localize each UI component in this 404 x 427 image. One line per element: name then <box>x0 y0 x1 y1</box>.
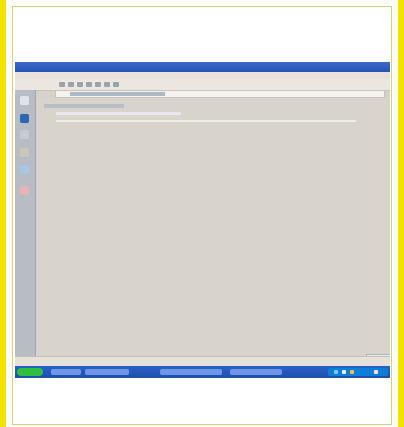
taskbar-item[interactable] <box>160 369 222 375</box>
home-icon[interactable] <box>20 114 29 123</box>
security-icon[interactable] <box>350 370 354 374</box>
back-icon[interactable] <box>59 82 65 87</box>
window-titlebar[interactable] <box>15 62 390 72</box>
sidebar <box>15 90 36 356</box>
volume-icon[interactable] <box>342 370 346 374</box>
menu-bar[interactable] <box>15 72 390 79</box>
settings-icon[interactable] <box>20 130 29 139</box>
search-icon[interactable] <box>20 148 29 157</box>
home-icon[interactable] <box>95 82 101 87</box>
stop-icon[interactable] <box>77 82 83 87</box>
time-icon[interactable] <box>374 370 378 374</box>
content-subline <box>56 112 181 115</box>
taskbar-item[interactable] <box>230 369 282 375</box>
address-highlight <box>70 92 165 96</box>
warning-icon[interactable] <box>20 186 29 195</box>
system-tray <box>328 368 388 376</box>
taskbar <box>15 366 390 378</box>
content-divider <box>56 120 356 122</box>
taskbar-item[interactable] <box>85 369 129 375</box>
screenshot-window <box>15 62 390 378</box>
start-button[interactable] <box>17 368 43 376</box>
accent-strip-left <box>0 0 6 427</box>
network-icon[interactable] <box>334 370 338 374</box>
favorites-icon[interactable] <box>113 82 119 87</box>
taskbar-item[interactable] <box>51 369 81 375</box>
search-icon[interactable] <box>104 82 110 87</box>
forward-icon[interactable] <box>68 82 74 87</box>
content-heading <box>44 104 124 108</box>
accent-strip-right <box>398 0 404 427</box>
page-frame <box>0 0 404 427</box>
main-content <box>36 98 390 378</box>
document-icon[interactable] <box>20 165 29 174</box>
refresh-icon[interactable] <box>86 82 92 87</box>
back-icon[interactable] <box>20 96 29 105</box>
